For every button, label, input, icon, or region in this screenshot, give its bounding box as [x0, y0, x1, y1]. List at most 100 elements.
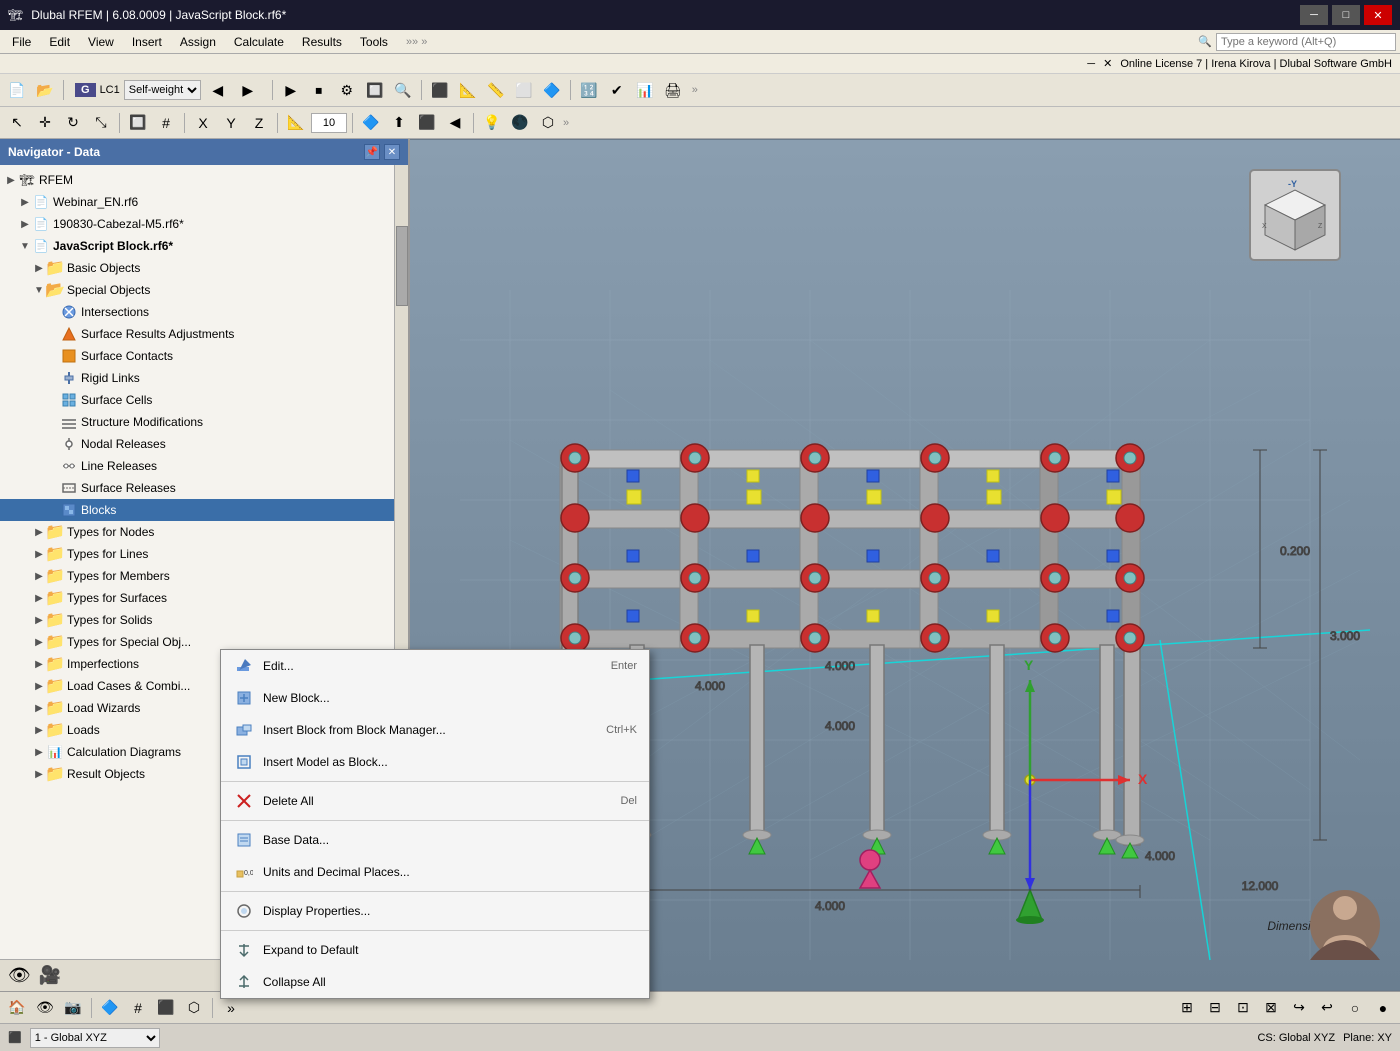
- nav-pin-btn[interactable]: 📌: [364, 144, 380, 160]
- menu-calculate[interactable]: Calculate: [226, 33, 292, 51]
- ctx-base-data[interactable]: Base Data...: [221, 824, 649, 856]
- minimize-button[interactable]: ─: [1300, 5, 1328, 25]
- tree-item-jsblock[interactable]: ▼ 📄 JavaScript Block.rf6*: [0, 235, 408, 257]
- menu-assign[interactable]: Assign: [172, 33, 224, 51]
- bt-r7[interactable]: ○: [1342, 996, 1368, 1020]
- t2-shade-btn[interactable]: 🌑: [507, 111, 533, 135]
- bt-wire-btn[interactable]: ⬡: [181, 996, 207, 1020]
- tree-item-types-members[interactable]: ▶ 📁 Types for Members: [0, 565, 408, 587]
- menu-tools[interactable]: Tools: [352, 33, 396, 51]
- run-btn[interactable]: ▶: [278, 78, 304, 102]
- bt-eye-btn[interactable]: 👁: [32, 996, 58, 1020]
- tree-item-types-solids[interactable]: ▶ 📁 Types for Solids: [0, 609, 408, 631]
- license-minimize[interactable]: ─: [1087, 58, 1095, 70]
- t2-wire-btn[interactable]: ⬡: [535, 111, 561, 135]
- ctx-display-props[interactable]: Display Properties...: [221, 895, 649, 927]
- menu-file[interactable]: File: [4, 33, 39, 51]
- settings-btn[interactable]: ⚙: [334, 78, 360, 102]
- bt-r4[interactable]: ⊠: [1258, 996, 1284, 1020]
- ctx-insert-block[interactable]: Insert Block from Block Manager... Ctrl+…: [221, 714, 649, 746]
- lc-name-select[interactable]: Self-weight: [124, 80, 201, 100]
- t2-light-btn[interactable]: 💡: [479, 111, 505, 135]
- t2-iso-btn[interactable]: 🔷: [358, 111, 384, 135]
- t2-x-btn[interactable]: X: [190, 111, 216, 135]
- nav-footer-video-icon[interactable]: 🎥: [39, 965, 61, 986]
- results-btn[interactable]: 📊: [632, 78, 658, 102]
- search-input[interactable]: [1216, 33, 1396, 51]
- lines-btn[interactable]: 📐: [455, 78, 481, 102]
- nav-close-btn[interactable]: ✕: [384, 144, 400, 160]
- ctx-collapse[interactable]: Collapse All: [221, 966, 649, 998]
- tree-item-rfem[interactable]: ▶ 🏗 RFEM: [0, 169, 408, 191]
- members-btn[interactable]: 📏: [483, 78, 509, 102]
- menu-view[interactable]: View: [80, 33, 122, 51]
- bt-r3[interactable]: ⊡: [1230, 996, 1256, 1020]
- menu-results[interactable]: Results: [294, 33, 350, 51]
- check-btn[interactable]: ✔: [604, 78, 630, 102]
- zoom-btn[interactable]: 🔍: [390, 78, 416, 102]
- t2-move-btn[interactable]: ✛: [32, 111, 58, 135]
- nav-scroll-thumb[interactable]: [396, 226, 408, 306]
- ctx-edit[interactable]: Edit... Enter: [221, 650, 649, 682]
- new-file-btn[interactable]: 📄: [4, 78, 30, 102]
- tree-item-surface-releases[interactable]: Surface Releases: [0, 477, 408, 499]
- t2-select-btn[interactable]: ↖: [4, 111, 30, 135]
- bt-cam-btn[interactable]: 📷: [60, 996, 86, 1020]
- bt-r2[interactable]: ⊟: [1202, 996, 1228, 1020]
- renumber-btn[interactable]: 🔢: [576, 78, 602, 102]
- print-btn[interactable]: 🖨: [660, 78, 686, 102]
- t2-dim-btn[interactable]: 📐: [283, 111, 309, 135]
- bt-r1[interactable]: ⊞: [1174, 996, 1200, 1020]
- tree-item-nodal-releases[interactable]: Nodal Releases: [0, 433, 408, 455]
- nav-footer-eye-icon[interactable]: 👁: [8, 965, 31, 986]
- ctx-expand[interactable]: Expand to Default: [221, 934, 649, 966]
- t2-front-btn[interactable]: ⬛: [414, 111, 440, 135]
- lc-next-btn[interactable]: ▶: [235, 78, 261, 102]
- tree-item-types-lines[interactable]: ▶ 📁 Types for Lines: [0, 543, 408, 565]
- tree-item-line-releases[interactable]: Line Releases: [0, 455, 408, 477]
- ctx-delete-all[interactable]: Delete All Del: [221, 785, 649, 817]
- tree-item-surface-cells[interactable]: Surface Cells: [0, 389, 408, 411]
- ctx-new-block[interactable]: New Block...: [221, 682, 649, 714]
- bt-grid-btn[interactable]: #: [125, 996, 151, 1020]
- tree-item-rigid-links[interactable]: Rigid Links: [0, 367, 408, 389]
- t2-z-btn[interactable]: Z: [246, 111, 272, 135]
- tree-item-surface-results[interactable]: Surface Results Adjustments: [0, 323, 408, 345]
- t2-scale-btn[interactable]: ⤡: [88, 111, 114, 135]
- t2-rotate-btn[interactable]: ↻: [60, 111, 86, 135]
- nav-header-controls[interactable]: 📌 ✕: [364, 144, 400, 160]
- bt-render-btn[interactable]: ⬛: [153, 996, 179, 1020]
- view3d-btn[interactable]: 🔲: [362, 78, 388, 102]
- tree-item-surface-contacts[interactable]: Surface Contacts: [0, 345, 408, 367]
- bt-r5[interactable]: ↪: [1286, 996, 1312, 1020]
- tree-item-webinar[interactable]: ▶ 📄 Webinar_EN.rf6: [0, 191, 408, 213]
- tree-item-structure-mods[interactable]: Structure Modifications: [0, 411, 408, 433]
- close-button[interactable]: ✕: [1364, 5, 1392, 25]
- tree-item-blocks[interactable]: Blocks: [0, 499, 408, 521]
- t2-snap-btn[interactable]: 🔲: [125, 111, 151, 135]
- solids-btn[interactable]: 🔷: [539, 78, 565, 102]
- tree-item-special[interactable]: ▼ 📂 Special Objects: [0, 279, 408, 301]
- bt-more-btn[interactable]: »: [218, 996, 244, 1020]
- bt-iso-btn[interactable]: 🔷: [97, 996, 123, 1020]
- t2-size-input[interactable]: [311, 113, 347, 133]
- t2-grid-btn[interactable]: #: [153, 111, 179, 135]
- title-bar-controls[interactable]: ─ □ ✕: [1300, 5, 1392, 25]
- ctx-units[interactable]: 0,00 Units and Decimal Places...: [221, 856, 649, 888]
- bt-r8[interactable]: ●: [1370, 996, 1396, 1020]
- tree-item-cabezal[interactable]: ▶ 📄 190830-Cabezal-M5.rf6*: [0, 213, 408, 235]
- tree-item-types-nodes[interactable]: ▶ 📁 Types for Nodes: [0, 521, 408, 543]
- bt-home-btn[interactable]: 🏠: [4, 996, 30, 1020]
- ctx-insert-model[interactable]: Insert Model as Block...: [221, 746, 649, 778]
- license-close[interactable]: ✕: [1103, 57, 1112, 70]
- stop-btn[interactable]: ⏹: [306, 78, 332, 102]
- surfaces-btn[interactable]: ⬜: [511, 78, 537, 102]
- open-btn[interactable]: 📂: [32, 78, 58, 102]
- maximize-button[interactable]: □: [1332, 5, 1360, 25]
- tree-item-intersections[interactable]: Intersections: [0, 301, 408, 323]
- t2-top-btn[interactable]: ⬆: [386, 111, 412, 135]
- menu-edit[interactable]: Edit: [41, 33, 78, 51]
- tree-item-types-surfaces[interactable]: ▶ 📁 Types for Surfaces: [0, 587, 408, 609]
- coord-system-select[interactable]: 1 - Global XYZ: [30, 1028, 160, 1048]
- t2-y-btn[interactable]: Y: [218, 111, 244, 135]
